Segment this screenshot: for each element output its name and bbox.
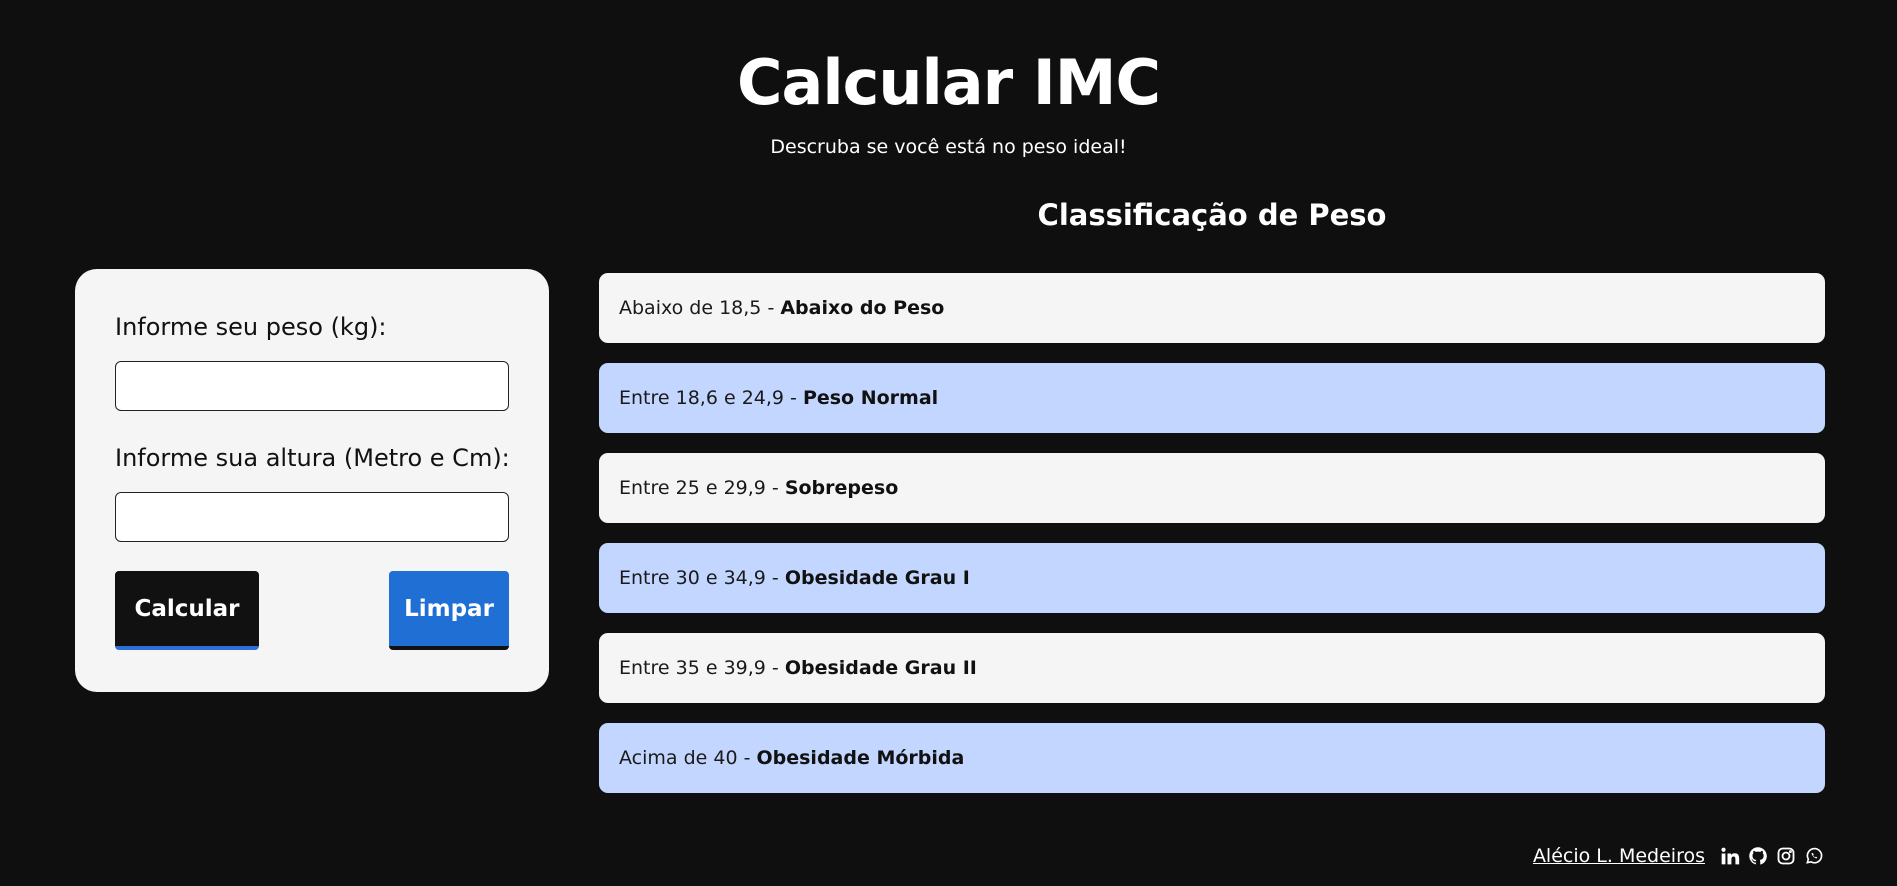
classification-name: Obesidade Mórbida (756, 747, 965, 769)
github-icon[interactable] (1747, 845, 1769, 867)
author-link[interactable]: Alécio L. Medeiros (1533, 845, 1705, 867)
classification-range: Entre 25 e 29,9 (619, 477, 766, 499)
height-input[interactable] (115, 492, 509, 542)
classification-row-obesity-2: Entre 35 e 39,9 - Obesidade Grau II (599, 633, 1825, 703)
classification-separator: - (765, 477, 785, 499)
linkedin-icon[interactable] (1719, 845, 1741, 867)
classification-range: Entre 18,6 e 24,9 (619, 387, 784, 409)
classification-row-obesity-1: Entre 30 e 34,9 - Obesidade Grau I (599, 543, 1825, 613)
page-title: Calcular IMC (737, 46, 1161, 119)
classification-separator: - (784, 387, 803, 409)
classification-range: Entre 30 e 34,9 (619, 567, 766, 589)
page-footer: Alécio L. Medeiros (1533, 845, 1825, 867)
classification-name: Obesidade Grau I (784, 567, 970, 589)
classification-range: Acima de 40 (619, 747, 738, 769)
calculate-button[interactable]: Calcular (115, 571, 259, 650)
whatsapp-icon[interactable] (1803, 845, 1825, 867)
instagram-icon[interactable] (1775, 845, 1797, 867)
weight-label: Informe seu peso (kg): (115, 313, 387, 341)
classification-separator: - (737, 747, 757, 769)
classification-separator: - (765, 567, 785, 589)
classification-row-underweight: Abaixo de 18,5 - Abaixo do Peso (599, 273, 1825, 343)
classification-title: Classificação de Peso (1037, 198, 1387, 232)
classification-name: Peso Normal (802, 387, 939, 409)
weight-input[interactable] (115, 361, 509, 411)
page-header: Calcular IMC Descruba se você está no pe… (0, 40, 1897, 160)
classification-row-overweight: Entre 25 e 29,9 - Sobrepeso (599, 453, 1825, 523)
classification-name: Obesidade Grau II (784, 657, 977, 679)
height-label: Informe sua altura (Metro e Cm): (115, 444, 510, 472)
classification-separator: - (765, 657, 785, 679)
classification-separator: - (761, 297, 781, 319)
page-subtitle: Descruba se você está no peso ideal! (770, 136, 1127, 158)
classification-row-morbid-obesity: Acima de 40 - Obesidade Mórbida (599, 723, 1825, 793)
classification-range: Abaixo de 18,5 (619, 297, 762, 319)
classification-name: Sobrepeso (784, 477, 899, 499)
classification-name: Abaixo do Peso (780, 297, 945, 319)
classification-row-normal: Entre 18,6 e 24,9 - Peso Normal (599, 363, 1825, 433)
clear-button[interactable]: Limpar (389, 571, 509, 650)
bmi-form-card: Informe seu peso (kg): Informe sua altur… (75, 269, 549, 692)
classification-range: Entre 35 e 39,9 (619, 657, 766, 679)
classification-list: Abaixo de 18,5 - Abaixo do Peso Entre 18… (599, 273, 1825, 813)
